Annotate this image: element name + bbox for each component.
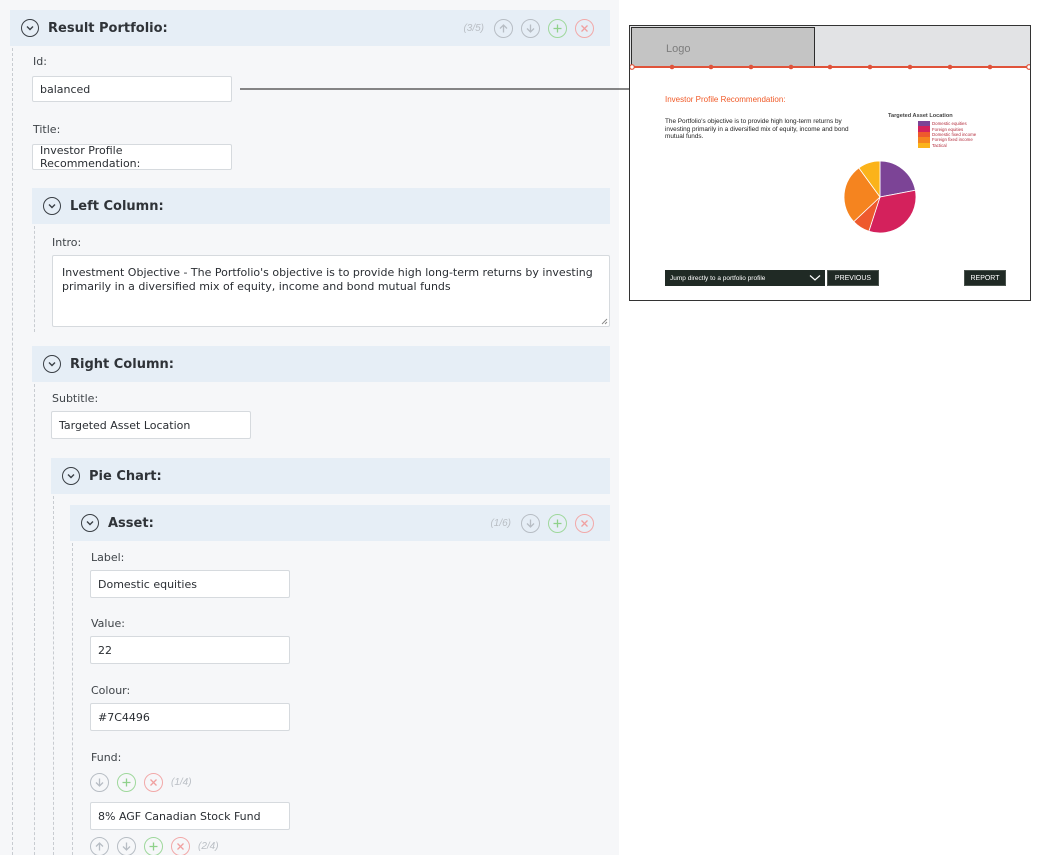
intro-value: Investment Objective - The Portfolio's o… bbox=[62, 266, 593, 293]
asset-colour-value: #7C4496 bbox=[98, 710, 150, 724]
chevron-down-icon[interactable] bbox=[21, 19, 39, 37]
chevron-down-icon[interactable] bbox=[43, 355, 61, 373]
jump-select-label: Jump directly to a portfolio profile bbox=[670, 274, 766, 282]
arrow-down-icon[interactable] bbox=[521, 18, 540, 38]
right-column-title: Right Column: bbox=[70, 356, 174, 372]
asset-header[interactable]: Asset: (1/6) bbox=[70, 505, 610, 541]
left-column-guide bbox=[34, 226, 35, 332]
chevron-down-icon[interactable] bbox=[81, 514, 99, 532]
asset-title: Asset: bbox=[108, 515, 154, 531]
left-column-title: Left Column: bbox=[70, 198, 164, 214]
asset-colour-field[interactable]: #7C4496 bbox=[90, 703, 290, 731]
intro-label: Intro: bbox=[52, 236, 82, 249]
portfolio-preview: Logo Investor Profile Recommendation: Th… bbox=[629, 25, 1031, 301]
asset-guide bbox=[72, 543, 73, 855]
arrow-up-icon[interactable] bbox=[90, 837, 109, 855]
close-icon[interactable] bbox=[144, 773, 163, 792]
close-icon[interactable] bbox=[171, 837, 190, 855]
id-field[interactable]: balanced bbox=[32, 76, 232, 102]
legend-swatch bbox=[918, 142, 930, 148]
preview-intro: The Portfolio's objective is to provide … bbox=[665, 118, 849, 141]
right-column-header[interactable]: Right Column: bbox=[32, 346, 610, 382]
pie-chart-title: Pie Chart: bbox=[89, 468, 162, 484]
right-column-guide bbox=[34, 384, 35, 855]
connector-arrow-icon bbox=[240, 84, 653, 94]
plus-icon[interactable] bbox=[144, 837, 163, 855]
asset-pie-chart bbox=[843, 160, 917, 234]
plus-icon[interactable] bbox=[548, 18, 567, 38]
fund-counter: (1/4) bbox=[171, 777, 192, 788]
arrow-up-icon[interactable] bbox=[494, 18, 513, 38]
preview-subtitle: Targeted Asset Location bbox=[888, 113, 953, 119]
asset-value-field[interactable]: 22 bbox=[90, 636, 290, 664]
fund2-controls: (2/4) bbox=[90, 837, 221, 855]
close-icon[interactable] bbox=[575, 18, 594, 38]
asset-colour-label: Colour: bbox=[91, 684, 131, 697]
asset-value-value: 22 bbox=[98, 643, 112, 657]
chart-legend: Domestic equities Foreign equities Domesti… bbox=[918, 121, 976, 148]
asset-value-label: Value: bbox=[91, 617, 125, 630]
legend-label: Foreign equities bbox=[932, 126, 964, 132]
title-field[interactable]: Investor Profile Recommendation: bbox=[32, 144, 232, 170]
subtitle-value: Targeted Asset Location bbox=[59, 418, 191, 432]
asset-label-label: Label: bbox=[91, 551, 125, 564]
preview-title: Investor Profile Recommendation: bbox=[665, 95, 786, 104]
logo-text: Logo bbox=[666, 43, 691, 55]
subtitle-label: Subtitle: bbox=[52, 392, 99, 405]
previous-button[interactable]: PREVIOUS bbox=[827, 270, 879, 286]
pie-chart-guide bbox=[53, 496, 54, 855]
report-button[interactable]: REPORT bbox=[964, 270, 1006, 286]
progress-timeline bbox=[630, 64, 1030, 70]
asset-label-field[interactable]: Domestic equities bbox=[90, 570, 290, 598]
chevron-down-icon[interactable] bbox=[43, 197, 61, 215]
pie-chart-header[interactable]: Pie Chart: bbox=[51, 458, 610, 494]
result-portfolio-counter: (3/5) bbox=[463, 22, 484, 34]
result-portfolio-title: Result Portfolio: bbox=[48, 20, 168, 36]
title-value: Investor Profile Recommendation: bbox=[40, 144, 141, 170]
fund-controls: (1/4) bbox=[90, 773, 194, 792]
fund2-counter: (2/4) bbox=[198, 841, 219, 852]
logo-placeholder: Logo bbox=[631, 27, 815, 67]
arrow-down-icon[interactable] bbox=[117, 837, 136, 855]
result-portfolio-header[interactable]: Result Portfolio: (3/5) bbox=[10, 10, 610, 46]
jump-to-profile-select[interactable]: Jump directly to a portfolio profile bbox=[665, 270, 825, 286]
fund-field[interactable]: 8% AGF Canadian Stock Fund bbox=[90, 802, 290, 830]
id-label: Id: bbox=[33, 55, 47, 68]
fund-value: 8% AGF Canadian Stock Fund bbox=[98, 809, 261, 823]
title-label: Title: bbox=[33, 123, 61, 136]
close-icon[interactable] bbox=[575, 513, 594, 533]
fund-label: Fund: bbox=[91, 751, 122, 764]
legend-item: Tactical bbox=[918, 142, 976, 148]
resize-handle-icon[interactable] bbox=[600, 317, 608, 325]
plus-icon[interactable] bbox=[548, 513, 567, 533]
editor-panel: Result Portfolio: (3/5) Id: balanced Tit… bbox=[0, 0, 619, 855]
legend-label: Domestic fixed income bbox=[932, 131, 977, 137]
asset-counter: (1/6) bbox=[490, 517, 511, 529]
legend-label: Foreign fixed income bbox=[932, 137, 973, 143]
legend-label: Domestic equities bbox=[932, 121, 967, 127]
legend-label: Tactical bbox=[932, 142, 947, 148]
id-value: balanced bbox=[40, 82, 91, 96]
arrow-down-icon[interactable] bbox=[90, 773, 109, 792]
left-column-header[interactable]: Left Column: bbox=[32, 188, 610, 224]
result-portfolio-guide bbox=[12, 48, 13, 855]
arrow-down-icon[interactable] bbox=[521, 513, 540, 533]
subtitle-field[interactable]: Targeted Asset Location bbox=[51, 411, 251, 439]
intro-textarea[interactable]: Investment Objective - The Portfolio's o… bbox=[52, 255, 610, 327]
asset-label-value: Domestic equities bbox=[98, 577, 197, 591]
chevron-down-icon[interactable] bbox=[62, 467, 80, 485]
chevron-down-icon bbox=[809, 275, 821, 281]
plus-icon[interactable] bbox=[117, 773, 136, 792]
